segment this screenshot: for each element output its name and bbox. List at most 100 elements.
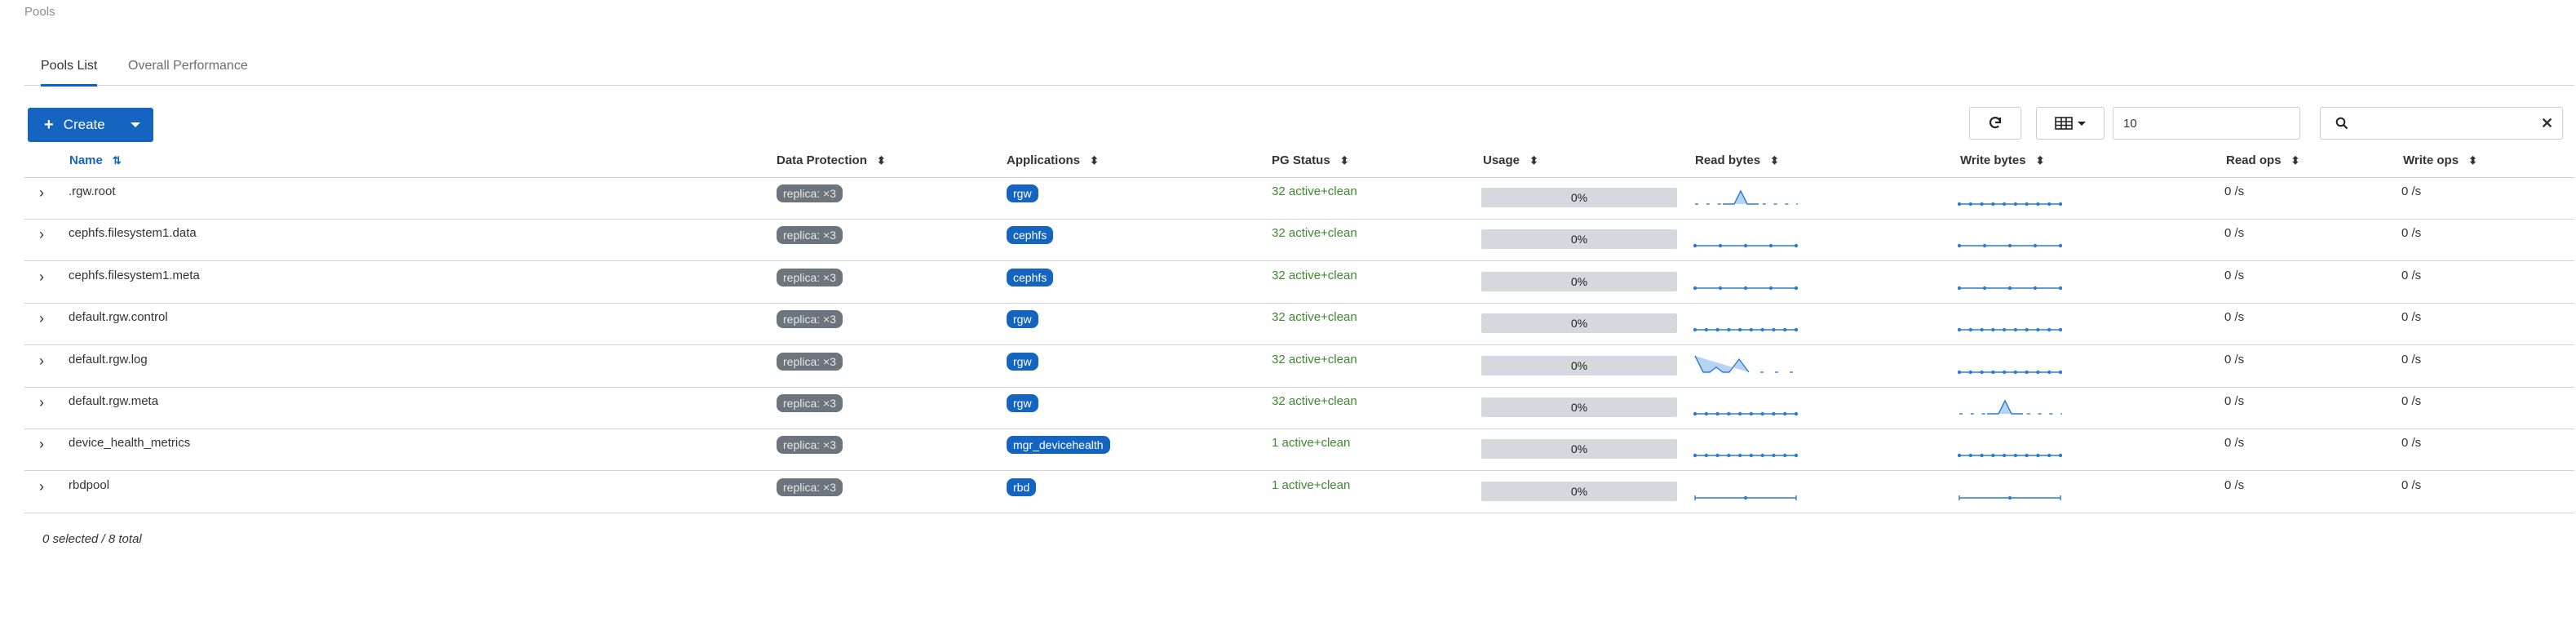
application-badge: rgw (1007, 394, 1038, 412)
pool-name: rbdpool (69, 477, 110, 492)
search-icon (2335, 117, 2348, 130)
pg-status: 1 active+clean (1272, 436, 1351, 451)
sort-icon: ⬍ (2291, 153, 2300, 167)
data-protection-badge: replica: ×3 (777, 394, 843, 412)
write-ops: 0 /s (2401, 226, 2422, 241)
table-row[interactable]: › device_health_metrics replica: ×3 mgr_… (24, 429, 2574, 472)
read-bytes-sparkline (1693, 226, 1799, 255)
read-ops: 0 /s (2224, 352, 2245, 366)
write-bytes-sparkline (1957, 436, 2063, 464)
columns-toggle-button[interactable] (2036, 107, 2105, 140)
create-main-button[interactable]: + Create (28, 108, 117, 142)
write-ops: 0 /s (2401, 436, 2422, 451)
sort-icon: ⬍ (2468, 153, 2477, 167)
write-ops: 0 /s (2401, 477, 2422, 492)
pool-name: .rgw.root (69, 184, 116, 198)
clear-search-button[interactable]: ✕ (2532, 107, 2563, 140)
read-ops: 0 /s (2224, 268, 2245, 282)
table-row[interactable]: › rbdpool replica: ×3 rbd 1 active+clean… (24, 472, 2574, 513)
pg-status: 32 active+clean (1272, 184, 1357, 198)
column-header-write-ops[interactable]: Write ops ⬍ (2403, 153, 2477, 167)
create-button[interactable]: + Create (28, 108, 153, 142)
tab-pools-list[interactable]: Pools List (41, 59, 98, 87)
table-row[interactable]: › default.rgw.log replica: ×3 rgw 32 act… (24, 346, 2574, 388)
pool-name: cephfs.filesystem1.meta (69, 268, 200, 282)
write-bytes-sparkline (1957, 269, 2063, 297)
usage-bar: 0% (1481, 481, 1677, 501)
read-bytes-sparkline (1693, 269, 1799, 297)
column-header-read-ops[interactable]: Read ops ⬍ (2226, 153, 2299, 167)
write-bytes-sparkline (1957, 310, 2063, 339)
write-ops: 0 /s (2401, 310, 2422, 325)
pool-name: default.rgw.meta (69, 394, 159, 408)
application-badge: mgr_devicehealth (1007, 436, 1110, 455)
write-bytes-sparkline (1958, 478, 2062, 507)
data-protection-badge: replica: ×3 (777, 352, 843, 371)
read-bytes-sparkline (1693, 478, 1798, 507)
create-dropdown-toggle[interactable] (117, 108, 153, 142)
pool-name: default.rgw.control (69, 310, 168, 325)
table-row[interactable]: › cephfs.filesystem1.data replica: ×3 ce… (24, 220, 2574, 262)
refresh-button[interactable] (1969, 107, 2021, 140)
tab-overall-performance[interactable]: Overall Performance (128, 59, 248, 84)
application-badge: rgw (1007, 184, 1038, 202)
pool-name: cephfs.filesystem1.data (69, 226, 197, 241)
column-header-data-protection[interactable]: Data Protection ⬍ (777, 153, 886, 167)
read-bytes-sparkline (1693, 310, 1799, 339)
application-badge: cephfs (1007, 226, 1054, 245)
column-header-pg-status[interactable]: PG Status ⬍ (1272, 153, 1349, 167)
page-size-input[interactable] (2113, 107, 2300, 140)
data-protection-badge: replica: ×3 (777, 436, 843, 455)
write-ops: 0 /s (2401, 268, 2422, 282)
pg-status: 32 active+clean (1272, 352, 1357, 366)
column-header-name[interactable]: Name ⇅ (69, 153, 122, 167)
chevron-right-icon[interactable]: › (39, 436, 44, 453)
search-input[interactable] (2362, 107, 2532, 140)
write-ops: 0 /s (2401, 184, 2422, 198)
table-row[interactable]: › default.rgw.control replica: ×3 rgw 32… (24, 304, 2574, 346)
write-ops: 0 /s (2401, 352, 2422, 366)
sort-icon: ⬍ (1090, 153, 1099, 167)
read-ops: 0 /s (2224, 184, 2245, 198)
column-header-applications[interactable]: Applications ⬍ (1007, 153, 1099, 167)
column-header-usage[interactable]: Usage ⬍ (1483, 153, 1538, 167)
usage-bar: 0% (1481, 355, 1677, 375)
write-ops: 0 /s (2401, 394, 2422, 408)
chevron-right-icon[interactable]: › (39, 226, 44, 243)
pg-status: 32 active+clean (1272, 310, 1357, 325)
pg-status: 32 active+clean (1272, 226, 1357, 241)
read-bytes-sparkline (1693, 436, 1799, 464)
column-header-read-bytes[interactable]: Read bytes ⬍ (1695, 153, 1779, 167)
read-bytes-sparkline (1693, 184, 1800, 213)
read-ops: 0 /s (2224, 436, 2245, 451)
usage-bar: 0% (1481, 439, 1677, 460)
breadcrumb: Pools (24, 5, 55, 19)
write-bytes-sparkline (1957, 226, 2063, 255)
chevron-right-icon[interactable]: › (39, 394, 44, 411)
chevron-right-icon[interactable]: › (39, 478, 44, 495)
data-protection-badge: replica: ×3 (777, 310, 843, 329)
column-header-write-bytes[interactable]: Write bytes ⬍ (1960, 153, 2045, 167)
data-protection-badge: replica: ×3 (777, 184, 843, 202)
read-ops: 0 /s (2224, 477, 2245, 492)
sort-icon: ⬍ (1770, 153, 1779, 167)
write-bytes-sparkline (1958, 394, 2065, 423)
chevron-right-icon[interactable]: › (39, 353, 44, 370)
table-row[interactable]: › .rgw.root replica: ×3 rgw 32 active+cl… (24, 178, 2574, 220)
chevron-right-icon[interactable]: › (39, 184, 44, 202)
chevron-right-icon[interactable]: › (39, 269, 44, 286)
table-row[interactable]: › cephfs.filesystem1.meta replica: ×3 ce… (24, 262, 2574, 304)
chevron-right-icon[interactable]: › (39, 310, 44, 327)
plus-icon: + (44, 115, 54, 134)
sort-icon: ⬍ (1529, 153, 1538, 167)
table-columns-icon (2055, 117, 2073, 130)
caret-down-icon (131, 122, 140, 127)
data-protection-badge: replica: ×3 (777, 268, 843, 286)
usage-bar: 0% (1481, 398, 1677, 417)
pg-status: 32 active+clean (1272, 268, 1357, 282)
data-protection-badge: replica: ×3 (777, 477, 843, 496)
application-badge: cephfs (1007, 268, 1054, 286)
table-row[interactable]: › default.rgw.meta replica: ×3 rgw 32 ac… (24, 388, 2574, 429)
read-bytes-sparkline (1693, 394, 1799, 423)
application-badge: rbd (1007, 477, 1037, 496)
